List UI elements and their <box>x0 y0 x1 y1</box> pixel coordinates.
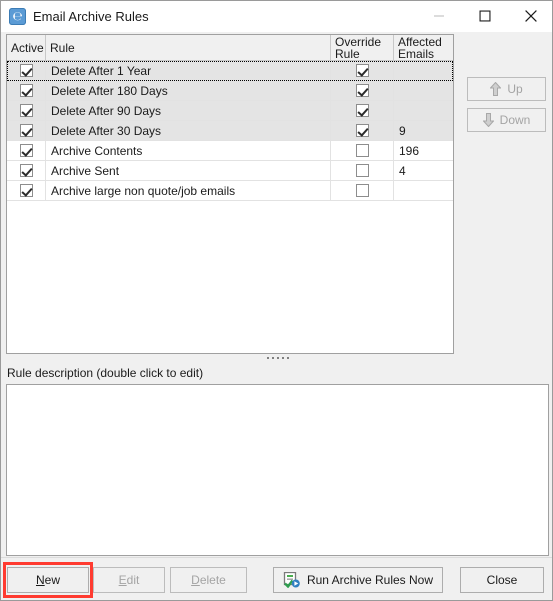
active-checkbox[interactable] <box>19 164 33 177</box>
cell-active[interactable] <box>7 61 46 80</box>
column-header-affected-line2: Emails <box>398 47 435 60</box>
app-icon-glyph: ℮ <box>12 9 23 23</box>
table-row[interactable]: Archive Contents 196 <box>7 141 453 161</box>
window-titlebar: ℮ Email Archive Rules <box>1 1 552 32</box>
email-archive-app-icon: ℮ <box>9 8 26 25</box>
cell-override-rule[interactable] <box>331 141 394 160</box>
table-row[interactable]: Archive Sent 4 <box>7 161 453 181</box>
cell-override-rule[interactable] <box>331 161 394 180</box>
cell-rule-name[interactable]: Archive Sent <box>46 161 331 180</box>
cell-active[interactable] <box>7 141 46 160</box>
override-rule-checkbox[interactable] <box>355 124 369 137</box>
move-rule-up-label: Up <box>507 82 523 96</box>
close-icon <box>525 10 537 22</box>
column-header-active[interactable]: Active <box>7 35 46 60</box>
close-dialog-label: Close <box>486 573 518 587</box>
run-archive-rules-now-label: Run Archive Rules Now <box>306 573 434 587</box>
cell-affected-emails: 9 <box>399 123 406 138</box>
window-title: Email Archive Rules <box>33 9 149 24</box>
rules-grid-header: Active Rule Override Rule Affected Email… <box>7 35 453 61</box>
run-archive-rules-now-button[interactable]: Run Archive Rules Now <box>273 567 443 593</box>
column-header-override-line2: Rule <box>335 47 360 60</box>
active-checkbox[interactable] <box>19 104 33 117</box>
rules-grid-body: Delete After 1 Year Delete After 180 Days… <box>7 61 453 201</box>
cell-affected-emails: 196 <box>399 143 420 158</box>
cell-override-rule[interactable] <box>331 81 394 100</box>
cell-rule-name[interactable]: Archive Contents <box>46 141 331 160</box>
arrow-down-icon <box>482 113 494 127</box>
rule-description-panel[interactable] <box>6 384 549 556</box>
cell-active[interactable] <box>7 121 46 140</box>
cell-override-rule[interactable] <box>331 61 394 80</box>
close-dialog-button[interactable]: Close <box>460 567 544 593</box>
cell-rule-name[interactable]: Delete After 90 Days <box>46 101 331 120</box>
override-rule-checkbox[interactable] <box>355 164 369 177</box>
cell-active[interactable] <box>7 181 46 200</box>
delete-rule-label: Delete <box>191 573 226 587</box>
cell-override-rule[interactable] <box>331 121 394 140</box>
override-rule-checkbox[interactable] <box>355 64 369 77</box>
cell-override-rule[interactable] <box>331 181 394 200</box>
table-row[interactable]: Archive large non quote/job emails <box>7 181 453 201</box>
close-window-button[interactable] <box>508 1 552 31</box>
maximize-button[interactable] <box>462 1 508 31</box>
table-row[interactable]: Delete After 180 Days <box>7 81 453 101</box>
active-checkbox[interactable] <box>19 144 33 157</box>
column-header-active-label: Active <box>11 41 44 55</box>
cell-rule-name[interactable]: Archive large non quote/job emails <box>46 181 331 200</box>
cell-active[interactable] <box>7 161 46 180</box>
minimize-icon <box>434 15 444 17</box>
table-row[interactable]: Delete After 1 Year <box>7 61 453 81</box>
cell-active[interactable] <box>7 81 46 100</box>
move-rule-up-button[interactable]: Up <box>467 77 546 101</box>
delete-rule-button[interactable]: Delete <box>170 567 247 593</box>
dialog-button-bar: New Edit Delete Run Archive Rules Now Cl… <box>1 557 552 600</box>
override-rule-checkbox[interactable] <box>355 144 369 157</box>
column-header-affected-emails[interactable]: Affected Emails <box>394 35 451 60</box>
active-checkbox[interactable] <box>19 84 33 97</box>
rules-grid[interactable]: Active Rule Override Rule Affected Email… <box>6 34 454 354</box>
cell-rule-name[interactable]: Delete After 180 Days <box>46 81 331 100</box>
new-rule-button[interactable]: New <box>7 567 89 593</box>
run-rules-icon <box>283 572 300 588</box>
edit-rule-label: Edit <box>118 573 140 587</box>
column-header-rule-label: Rule <box>50 41 75 55</box>
active-checkbox[interactable] <box>19 184 33 197</box>
panel-splitter[interactable] <box>6 354 549 363</box>
cell-affected-emails <box>394 81 451 100</box>
active-checkbox[interactable] <box>19 64 33 77</box>
rule-description-label: Rule description (double click to edit) <box>7 366 204 380</box>
active-checkbox[interactable] <box>19 124 33 137</box>
cell-affected-emails <box>394 181 451 200</box>
cell-affected-emails <box>394 101 451 120</box>
splitter-grip-icon <box>266 357 289 359</box>
cell-active[interactable] <box>7 101 46 120</box>
column-header-override-rule[interactable]: Override Rule <box>331 35 394 60</box>
override-rule-checkbox[interactable] <box>355 104 369 117</box>
override-rule-checkbox[interactable] <box>355 184 369 197</box>
table-row[interactable]: Delete After 30 Days 9 <box>7 121 453 141</box>
cell-rule-name[interactable]: Delete After 30 Days <box>46 121 331 140</box>
new-rule-label-prefix: New <box>35 573 60 587</box>
cell-override-rule[interactable] <box>331 101 394 120</box>
cell-affected-emails <box>394 61 451 80</box>
cell-rule-name[interactable]: Delete After 1 Year <box>46 61 331 80</box>
minimize-button[interactable] <box>416 1 462 31</box>
move-rule-down-label: Down <box>499 113 531 127</box>
arrow-up-icon <box>490 82 502 96</box>
override-rule-checkbox[interactable] <box>355 84 369 97</box>
edit-rule-button[interactable]: Edit <box>93 567 165 593</box>
cell-affected-emails: 4 <box>399 163 406 178</box>
maximize-icon <box>479 10 491 22</box>
move-rule-down-button[interactable]: Down <box>467 108 546 132</box>
table-row[interactable]: Delete After 90 Days <box>7 101 453 121</box>
column-header-rule[interactable]: Rule <box>46 35 331 60</box>
email-archive-rules-window: ℮ Email Archive Rules Active Rule Overri… <box>0 0 553 601</box>
